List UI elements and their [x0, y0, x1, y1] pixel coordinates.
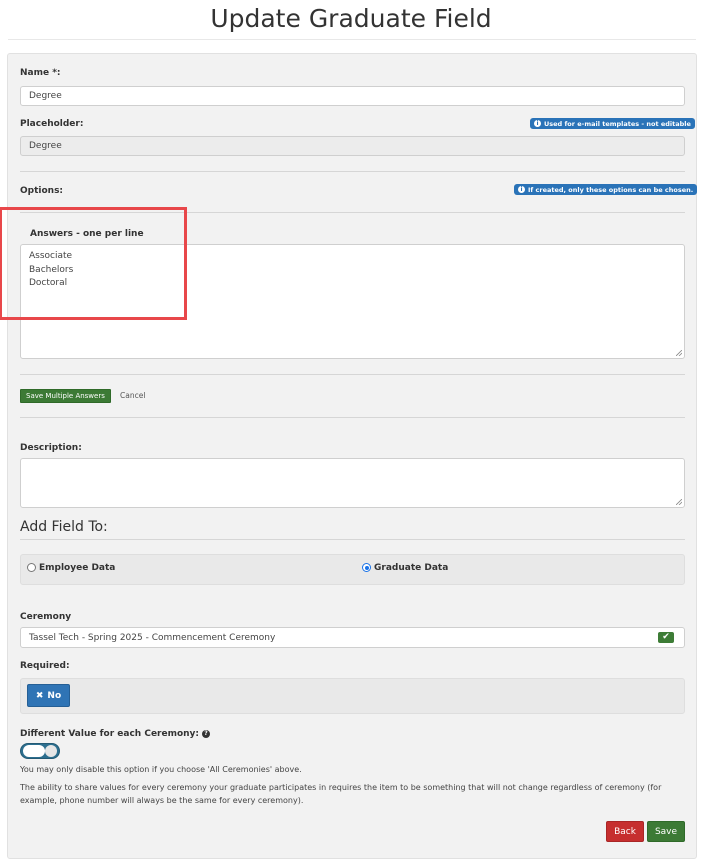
description-textarea[interactable]	[20, 458, 685, 508]
options-label: Options:	[20, 186, 64, 196]
placeholder-info-badge: i Used for e-mail templates - not editabl…	[530, 118, 695, 129]
graduate-data-radio[interactable]	[362, 563, 371, 572]
placeholder-badge-text: Used for e-mail templates - not editable	[544, 119, 691, 128]
add-field-to-well	[20, 554, 685, 585]
name-input[interactable]: Degree	[20, 86, 685, 106]
ceremony-value: Tassel Tech - Spring 2025 - Commencement…	[29, 632, 276, 643]
different-value-label: Different Value for each Ceremony:?	[20, 729, 211, 739]
ceremony-select[interactable]: Tassel Tech - Spring 2025 - Commencement…	[20, 627, 685, 648]
options-info-badge: i If created, only these options can be c…	[514, 184, 698, 195]
required-no-button[interactable]: ✖ No	[27, 684, 70, 707]
save-button[interactable]: Save	[647, 821, 685, 842]
cancel-link[interactable]: Cancel	[120, 391, 145, 400]
add-field-to-heading: Add Field To:	[20, 519, 108, 535]
divider	[20, 539, 685, 540]
title-divider	[8, 39, 696, 40]
employee-data-label[interactable]: Employee Data	[39, 563, 115, 573]
placeholder-input: Degree	[20, 136, 685, 156]
graduate-data-label[interactable]: Graduate Data	[374, 563, 448, 573]
info-icon: i	[518, 186, 525, 193]
back-button[interactable]: Back	[606, 821, 644, 842]
employee-data-radio[interactable]	[27, 563, 36, 572]
ceremony-label: Ceremony	[20, 612, 72, 622]
different-value-text: Different Value for each Ceremony:	[20, 729, 200, 739]
name-label: Name *:	[20, 68, 61, 78]
highlight-box	[0, 207, 187, 320]
x-icon: ✖	[35, 690, 44, 701]
save-multiple-answers-button[interactable]: Save Multiple Answers	[20, 389, 111, 403]
placeholder-label: Placeholder:	[20, 119, 84, 129]
required-well	[20, 678, 685, 714]
share-values-note: The ability to share values for every ce…	[20, 783, 662, 805]
toggle-track	[23, 745, 45, 757]
disable-note: You may only disable this option if you …	[20, 765, 302, 774]
resize-handle-icon[interactable]	[676, 350, 682, 356]
options-badge-text: If created, only these options can be ch…	[528, 185, 694, 194]
divider	[20, 171, 685, 172]
check-icon: ✔	[658, 632, 674, 643]
info-icon: i	[534, 120, 541, 127]
required-label: Required:	[20, 661, 70, 671]
different-value-toggle[interactable]	[20, 743, 60, 759]
page-title: Update Graduate Field	[210, 4, 492, 33]
resize-handle-icon[interactable]	[676, 499, 682, 505]
required-no-label: No	[47, 690, 62, 701]
help-icon[interactable]: ?	[202, 730, 211, 738]
divider	[20, 374, 685, 375]
toggle-knob	[45, 745, 57, 757]
description-label: Description:	[20, 443, 82, 453]
divider	[20, 417, 685, 418]
